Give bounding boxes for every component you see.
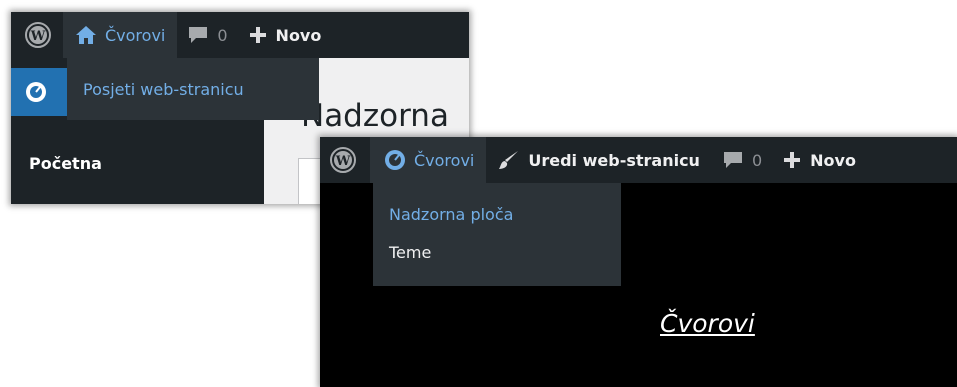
wordpress-icon: W (25, 22, 51, 48)
dashboard-gauge-icon (385, 150, 405, 170)
admin-bar: W Čvorovi 0 Novo (11, 12, 469, 58)
new-content-button[interactable]: Novo (772, 137, 866, 183)
site-name-label: Čvorovi (105, 25, 166, 45)
site-name-menu[interactable]: Čvorovi (63, 12, 178, 58)
menu-item-visit-site[interactable]: Posjeti web-stranicu (67, 58, 319, 120)
menu-item-visit-site-label: Posjeti web-stranicu (83, 79, 244, 99)
site-name-menu[interactable]: Čvorovi (370, 137, 487, 183)
site-title-link[interactable]: Čvorovi (660, 309, 755, 338)
site-name-label: Čvorovi (414, 150, 475, 170)
comments-button[interactable]: 0 (177, 12, 237, 58)
svg-text:W: W (335, 154, 351, 169)
comments-count: 0 (751, 150, 763, 170)
sidebar-item-pocetna[interactable]: Početna (29, 154, 102, 173)
menu-item-themes[interactable]: Teme (373, 233, 621, 271)
comments-button[interactable]: 0 (712, 137, 772, 183)
brush-icon (499, 151, 519, 169)
svg-text:W: W (30, 29, 46, 44)
menu-item-themes-label: Teme (389, 242, 432, 262)
new-content-button[interactable]: Novo (238, 12, 332, 58)
wordpress-logo-button[interactable]: W (11, 12, 63, 58)
home-icon (76, 26, 96, 44)
wordpress-logo-button[interactable]: W (320, 137, 370, 183)
new-content-label: Novo (275, 25, 322, 45)
comment-bubble-icon (723, 152, 742, 168)
edit-site-button[interactable]: Uredi web-stranicu (486, 137, 712, 183)
screenshot-frontend-site: W Čvorovi Uredi web-stranicu 0 Novo Nadz… (320, 137, 957, 387)
plus-icon (784, 152, 801, 168)
dashboard-gauge-icon (26, 82, 46, 102)
edit-site-label: Uredi web-stranicu (528, 150, 700, 170)
admin-bar: W Čvorovi Uredi web-stranicu 0 Novo (320, 137, 957, 183)
menu-item-dashboard[interactable]: Nadzorna ploča (373, 195, 621, 233)
site-name-dropdown: Posjeti web-stranicu (67, 58, 319, 120)
wordpress-icon: W (330, 147, 356, 173)
new-content-label: Novo (810, 150, 856, 170)
page-title: Nadzorna (301, 98, 449, 134)
comments-count: 0 (217, 25, 228, 45)
site-name-dropdown: Nadzorna ploča Teme (373, 183, 621, 286)
plus-icon (249, 27, 266, 43)
comment-bubble-icon (189, 27, 208, 43)
menu-item-dashboard-label: Nadzorna ploča (389, 204, 514, 224)
